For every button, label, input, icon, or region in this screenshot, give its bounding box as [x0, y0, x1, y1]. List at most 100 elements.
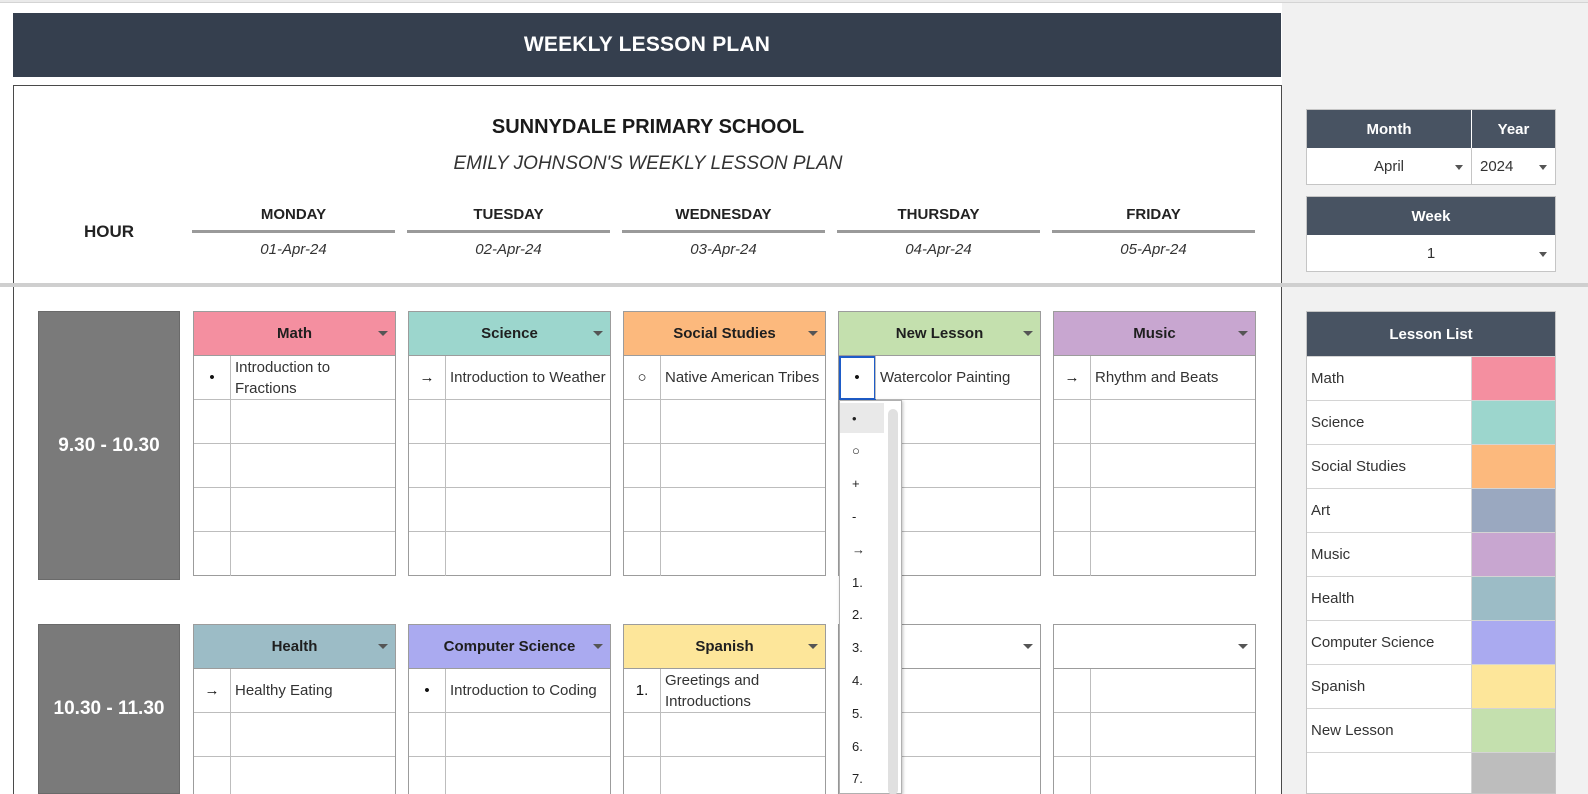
bullet-cell[interactable] [194, 757, 231, 794]
bullet-cell[interactable] [194, 488, 231, 531]
bullet-cell[interactable] [409, 532, 446, 576]
chevron-down-icon[interactable] [1023, 331, 1033, 336]
subject-select[interactable]: Music [1054, 312, 1255, 356]
dropdown-option[interactable]: 5. [840, 698, 884, 728]
lesson-text-cell[interactable] [661, 532, 825, 576]
chevron-down-icon[interactable] [1455, 165, 1463, 170]
lesson-text-cell[interactable] [1091, 400, 1255, 443]
chevron-down-icon[interactable] [808, 331, 818, 336]
chevron-down-icon[interactable] [1023, 644, 1033, 649]
bullet-cell[interactable]: • [839, 356, 876, 399]
lesson-text-cell[interactable]: Rhythm and Beats [1091, 356, 1255, 399]
lesson-text-cell[interactable] [231, 757, 395, 794]
bullet-cell[interactable] [409, 713, 446, 756]
dropdown-option[interactable]: 7. [840, 764, 884, 794]
bullet-cell[interactable]: → [409, 356, 446, 399]
chevron-down-icon[interactable] [378, 331, 388, 336]
lesson-text-cell[interactable] [231, 713, 395, 756]
dropdown-option[interactable]: ○ [840, 436, 884, 466]
bullet-cell[interactable] [409, 400, 446, 443]
bullet-cell[interactable] [1054, 488, 1091, 531]
chevron-down-icon[interactable] [1238, 331, 1248, 336]
bullet-cell[interactable] [1054, 713, 1091, 756]
lesson-text-cell[interactable]: Watercolor Painting [876, 356, 1040, 399]
bullet-cell[interactable] [624, 532, 661, 576]
chevron-down-icon[interactable] [593, 644, 603, 649]
subject-select[interactable]: Math [194, 312, 395, 356]
bullet-cell[interactable] [194, 444, 231, 487]
bullet-cell[interactable] [194, 400, 231, 443]
lesson-text-cell[interactable]: Healthy Eating [231, 669, 395, 712]
bullet-cell[interactable] [1054, 669, 1091, 712]
bullet-cell[interactable] [1054, 400, 1091, 443]
bullet-dropdown-list[interactable]: • ○ + - → 1. 2. 3. 4. 5. 6. 7. [839, 400, 902, 794]
chevron-down-icon[interactable] [378, 644, 388, 649]
bullet-cell[interactable]: → [1054, 356, 1091, 399]
bullet-cell[interactable] [194, 713, 231, 756]
subject-select[interactable]: Science [409, 312, 610, 356]
chevron-down-icon[interactable] [1539, 165, 1547, 170]
chevron-down-icon[interactable] [808, 644, 818, 649]
lesson-text-cell[interactable] [661, 488, 825, 531]
subject-select[interactable]: Computer Science [409, 625, 610, 669]
bullet-cell[interactable]: • [409, 669, 446, 712]
bullet-cell[interactable] [624, 713, 661, 756]
dropdown-option[interactable]: 2. [840, 600, 884, 630]
bullet-cell[interactable] [409, 444, 446, 487]
lesson-text-cell[interactable] [446, 400, 610, 443]
subject-select[interactable]: Spanish [624, 625, 825, 669]
lesson-text-cell[interactable] [446, 713, 610, 756]
dropdown-option[interactable]: - [840, 501, 884, 531]
lesson-text-cell[interactable]: Introduction to Fractions [231, 356, 395, 399]
subject-select[interactable]: Health [194, 625, 395, 669]
dropdown-option[interactable]: 4. [840, 665, 884, 695]
bullet-cell[interactable] [624, 444, 661, 487]
chevron-down-icon[interactable] [1238, 644, 1248, 649]
lesson-text-cell[interactable]: Introduction to Coding [446, 669, 610, 712]
chevron-down-icon[interactable] [1539, 252, 1547, 257]
dropdown-option[interactable]: + [840, 469, 884, 499]
lesson-text-cell[interactable] [231, 488, 395, 531]
bullet-cell[interactable] [1054, 757, 1091, 794]
dropdown-option[interactable]: 6. [840, 731, 884, 761]
lesson-text-cell[interactable] [661, 444, 825, 487]
bullet-cell[interactable]: → [194, 669, 231, 712]
lesson-text-cell[interactable] [446, 532, 610, 576]
bullet-cell[interactable] [409, 757, 446, 794]
lesson-text-cell[interactable] [446, 757, 610, 794]
lesson-text-cell[interactable] [1091, 444, 1255, 487]
lesson-text-cell[interactable]: Greetings and Introductions [661, 669, 825, 712]
lesson-text-cell[interactable] [661, 713, 825, 756]
lesson-text-cell[interactable] [231, 532, 395, 576]
lesson-text-cell[interactable] [231, 444, 395, 487]
lesson-text-cell[interactable]: Native American Tribes [661, 356, 825, 399]
lesson-text-cell[interactable] [446, 488, 610, 531]
subject-select[interactable]: Social Studies [624, 312, 825, 356]
bullet-cell[interactable]: ○ [624, 356, 661, 399]
bullet-cell[interactable] [1054, 532, 1091, 576]
bullet-cell[interactable] [409, 488, 446, 531]
dropdown-option[interactable]: • [840, 403, 884, 433]
week-select[interactable]: 1 [1307, 235, 1555, 271]
lesson-text-cell[interactable] [231, 400, 395, 443]
chevron-down-icon[interactable] [593, 331, 603, 336]
bullet-cell[interactable] [194, 532, 231, 576]
lesson-text-cell[interactable] [1091, 532, 1255, 576]
lesson-text-cell[interactable] [1091, 713, 1255, 756]
subject-select[interactable]: New Lesson [839, 312, 1040, 356]
bullet-cell[interactable]: 1. [624, 669, 661, 712]
dropdown-option[interactable]: 3. [840, 633, 884, 663]
lesson-text-cell[interactable] [1091, 757, 1255, 794]
bullet-cell[interactable] [624, 757, 661, 794]
dropdown-scrollbar[interactable] [888, 409, 898, 794]
lesson-text-cell[interactable] [661, 400, 825, 443]
bullet-cell[interactable] [624, 400, 661, 443]
lesson-text-cell[interactable] [446, 444, 610, 487]
dropdown-option[interactable]: 1. [840, 567, 884, 597]
lesson-text-cell[interactable]: Introduction to Weather [446, 356, 610, 399]
bullet-cell[interactable] [1054, 444, 1091, 487]
dropdown-option[interactable]: → [840, 534, 884, 564]
subject-select[interactable] [1054, 625, 1255, 669]
bullet-cell[interactable]: • [194, 356, 231, 399]
bullet-cell[interactable] [624, 488, 661, 531]
